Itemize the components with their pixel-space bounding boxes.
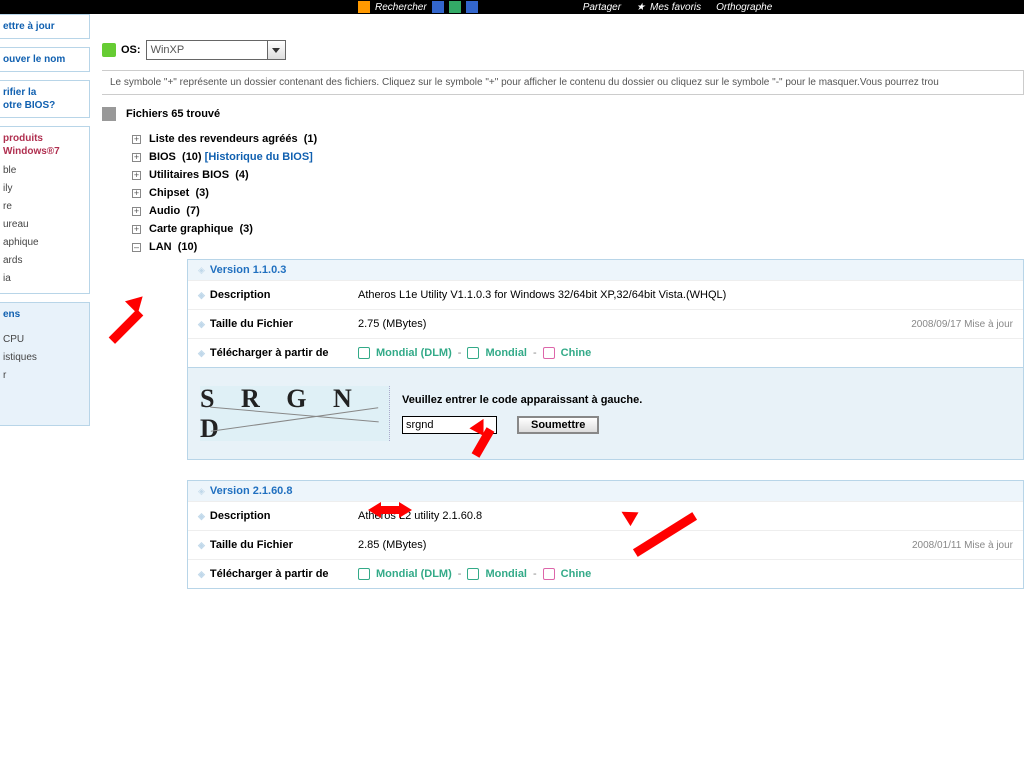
version-entry: ◈Version 1.1.0.3 ◈Description Atheros L1…: [187, 259, 1024, 460]
download-chine[interactable]: Chine: [561, 568, 592, 580]
desc-value: Atheros L1e Utility V1.1.0.3 for Windows…: [358, 289, 1013, 301]
expand-icon[interactable]: +: [132, 189, 141, 198]
os-selector-row: OS: WinXP: [102, 40, 1024, 60]
captcha-image: S R G N D: [200, 386, 390, 441]
files-icon: [102, 107, 116, 121]
download-icon: [543, 347, 555, 359]
sidebar-highlight[interactable]: produits: [3, 132, 86, 145]
download-mondial-dlm[interactable]: Mondial (DLM): [376, 568, 452, 580]
sidebar-link[interactable]: ettre à jour: [3, 21, 55, 32]
os-label: OS:: [121, 44, 141, 56]
download-mondial-dlm[interactable]: Mondial (DLM): [376, 347, 452, 359]
version-header: ◈Version 2.1.60.8: [188, 481, 1023, 501]
toolbar-icon: [432, 1, 444, 13]
main-content: OS: WinXP Le symbole "+" représente un d…: [102, 40, 1024, 609]
annotation-arrow: [460, 420, 500, 460]
expand-icon[interactable]: +: [132, 135, 141, 144]
download-mondial[interactable]: Mondial: [485, 347, 527, 359]
download-label: Télécharger à partir de: [210, 347, 329, 359]
toolbar-favs[interactable]: Mes favoris: [650, 2, 701, 13]
sidebar: ettre à jour ouver le nom rifier laotre …: [0, 14, 90, 426]
files-count: Fichiers 65 trouvé: [126, 108, 220, 120]
download-mondial[interactable]: Mondial: [485, 568, 527, 580]
version-entry: ◈Version 2.1.60.8 ◈Description Atheros L…: [187, 480, 1024, 589]
tree-item[interactable]: +Audio (7): [132, 205, 1024, 217]
collapse-icon[interactable]: –: [132, 243, 141, 252]
desc-label: Description: [210, 510, 271, 522]
tree-item-lan[interactable]: –LAN (10): [132, 241, 1024, 253]
search-icon: [358, 1, 370, 13]
tree-item[interactable]: +Carte graphique (3): [132, 223, 1024, 235]
size-value: 2.75 (MBytes): [358, 318, 426, 330]
expand-icon[interactable]: +: [132, 171, 141, 180]
sidebar-item[interactable]: CPU: [3, 331, 86, 349]
toolbar-search[interactable]: Rechercher: [375, 2, 427, 13]
annotation-arrow: [620, 510, 700, 560]
sidebar-item[interactable]: istiques: [3, 349, 86, 367]
expand-icon[interactable]: +: [132, 207, 141, 216]
tree-item[interactable]: +BIOS (10) [Historique du BIOS]: [132, 151, 1024, 163]
version-label: Version 2.1.60.8: [210, 485, 293, 497]
os-select[interactable]: WinXP: [146, 40, 286, 60]
download-icon: [358, 568, 370, 580]
size-value: 2.85 (MBytes): [358, 539, 426, 551]
tree-item[interactable]: +Chipset (3): [132, 187, 1024, 199]
download-icon: [358, 347, 370, 359]
size-label: Taille du Fichier: [210, 539, 293, 551]
sidebar-item[interactable]: ia: [3, 270, 86, 288]
sidebar-link[interactable]: rifier la: [3, 87, 36, 98]
captcha-prompt: Veuillez entrer le code apparaissant à g…: [402, 394, 642, 406]
annotation-arrow: [96, 292, 146, 342]
toolbar-icon: [449, 1, 461, 13]
expand-icon[interactable]: +: [132, 153, 141, 162]
tree-item[interactable]: +Liste des revendeurs agréés (1): [132, 133, 1024, 145]
download-chine[interactable]: Chine: [561, 347, 592, 359]
expand-icon[interactable]: +: [132, 225, 141, 234]
download-icon: [467, 347, 479, 359]
download-icon: [467, 568, 479, 580]
desc-label: Description: [210, 289, 271, 301]
download-icon: [543, 568, 555, 580]
toolbar-share[interactable]: Partager: [583, 2, 621, 13]
version-header: ◈Version 1.1.0.3: [188, 260, 1023, 280]
tree-item[interactable]: +Utilitaires BIOS (4): [132, 169, 1024, 181]
sidebar-item[interactable]: ble: [3, 162, 86, 180]
sidebar-highlight[interactable]: Windows®7: [3, 145, 86, 158]
size-label: Taille du Fichier: [210, 318, 293, 330]
files-header: Fichiers 65 trouvé: [102, 107, 1024, 121]
sidebar-item[interactable]: re: [3, 198, 86, 216]
toolbar-spell[interactable]: Orthographe: [716, 2, 772, 13]
captcha-section: S R G N D Veuillez entrer le code appara…: [188, 367, 1023, 459]
browser-toolbar: Rechercher Partager ★ Mes favoris Orthog…: [0, 0, 1024, 14]
hint-banner: Le symbole "+" représente un dossier con…: [102, 70, 1024, 95]
os-icon: [102, 43, 116, 57]
download-label: Télécharger à partir de: [210, 568, 329, 580]
version-label: Version 1.1.0.3: [210, 264, 286, 276]
sidebar-item[interactable]: ards: [3, 252, 86, 270]
sidebar-link[interactable]: ouver le nom: [3, 54, 65, 65]
toolbar-icon: [466, 1, 478, 13]
sidebar-item[interactable]: ily: [3, 180, 86, 198]
submit-button[interactable]: Soumettre: [517, 416, 599, 434]
annotation-arrow: [368, 502, 412, 518]
sidebar-item[interactable]: aphique: [3, 234, 86, 252]
sidebar-item[interactable]: r: [3, 367, 86, 385]
sidebar-item[interactable]: ens: [3, 308, 86, 321]
download-tree: +Liste des revendeurs agréés (1) +BIOS (…: [132, 133, 1024, 589]
sidebar-item[interactable]: ureau: [3, 216, 86, 234]
